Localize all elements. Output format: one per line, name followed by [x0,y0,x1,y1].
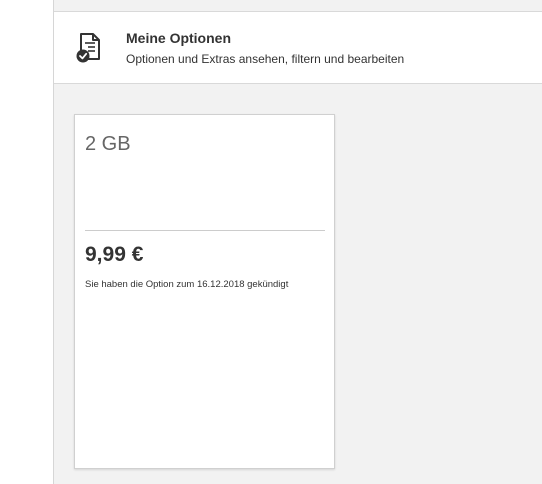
header-title: Meine Optionen [126,30,231,46]
my-options-header[interactable]: Meine Optionen Optionen und Extras anseh… [54,12,542,84]
top-strip [54,0,542,12]
page: Meine Optionen Optionen und Extras anseh… [0,0,542,484]
header-subtitle: Optionen und Extras ansehen, filtern und… [126,52,405,66]
left-gutter [0,0,53,484]
option-volume: 2 GB [85,133,131,155]
option-price: 9,99 € [85,243,144,266]
document-check-icon [74,32,104,64]
option-card[interactable]: 2 GB 9,99 € Sie haben die Option zum 16.… [74,114,335,469]
card-divider [85,230,325,231]
option-status: Sie haben die Option zum 16.12.2018 gekü… [85,279,289,290]
